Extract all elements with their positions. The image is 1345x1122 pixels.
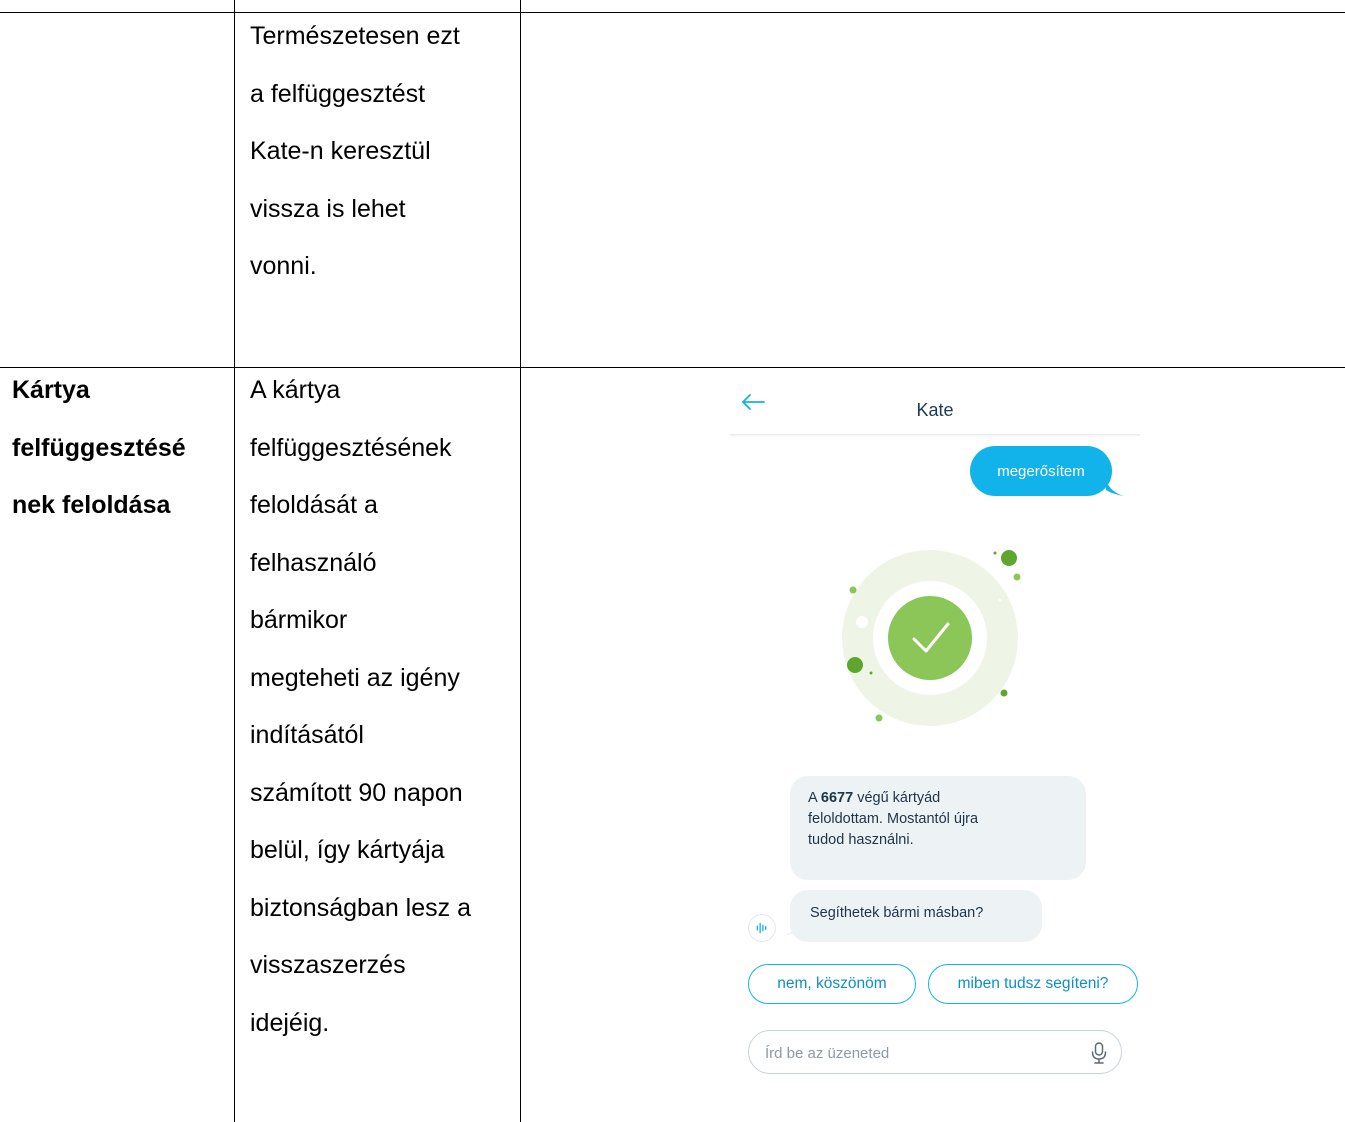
row1-description: Természetesen ezt a felfüggesztést Kate-… [250,8,460,296]
text-line: visszaszerzés [250,951,406,979]
text-line: idejéig. [250,1008,330,1037]
quick-reply-how-can-you-help[interactable]: miben tudsz segíteni? [928,964,1138,1004]
column-divider-2 [520,0,521,1122]
text-line: megteheti az igény [250,663,460,692]
message-text: végű kártyád [853,790,941,806]
card-number: 6677 [820,790,854,806]
message-line: A 6677 végű kártyád [808,788,1068,809]
row2-title: Kártya felfüggesztésé nek feloldása [12,362,186,535]
quick-reply-no-thanks[interactable]: nem, köszönöm [748,964,916,1004]
table-top-border [0,12,1345,13]
header-divider [730,434,1140,437]
column-divider-1 [234,0,235,1122]
title-line: Kártya [12,376,90,404]
message-text: A [808,790,821,806]
chat-screenshot: Kate megerősítem A 6677 végű kártyád fel… [730,380,1140,1100]
row2-description: A kártya felfüggesztésének feloldását a … [250,362,471,1052]
text-line: a felfüggesztést [250,79,426,108]
text-line: biztonságban lesz a [250,893,471,922]
bubble-tail [1106,480,1124,496]
text-line: felfüggesztésének [250,433,452,462]
text-line: Természetesen ezt [250,22,460,50]
text-line: vissza is lehet [250,194,406,223]
user-message-bubble: megerősítem [970,446,1112,496]
bubble-tail [782,920,800,936]
text-line: vonni. [250,252,317,280]
message-line: feloldottam. Mostantól újra [808,811,979,827]
text-line: feloldását a [250,491,378,519]
text-line: számított 90 napon [250,778,463,807]
message-input[interactable] [763,1039,1067,1067]
microphone-icon[interactable] [1089,1041,1109,1065]
row-divider [0,367,1345,368]
title-line: nek feloldása [12,491,171,519]
bot-message-bubble: A 6677 végű kártyád feloldottam. Mostant… [790,776,1086,880]
message-input-container [748,1030,1122,1074]
document-page: Természetesen ezt a felfüggesztést Kate-… [0,0,1345,1122]
chat-header: Kate [730,380,1140,435]
text-line: felhasználó [250,548,377,577]
text-line: A kártya [250,376,341,404]
text-line: indításától [250,721,364,749]
text-line: bármikor [250,606,348,634]
text-line: belül, így kártyája [250,836,445,864]
message-line: tudod használni. [808,832,914,848]
voice-wave-icon [756,922,767,934]
title-line: felfüggesztésé [12,433,186,462]
text-line: Kate-n keresztül [250,137,431,165]
bot-avatar [748,914,776,942]
success-illustration [842,550,1021,726]
chat-title: Kate [916,400,954,420]
bot-question-bubble: Segíthetek bármi másban? [790,890,1042,942]
